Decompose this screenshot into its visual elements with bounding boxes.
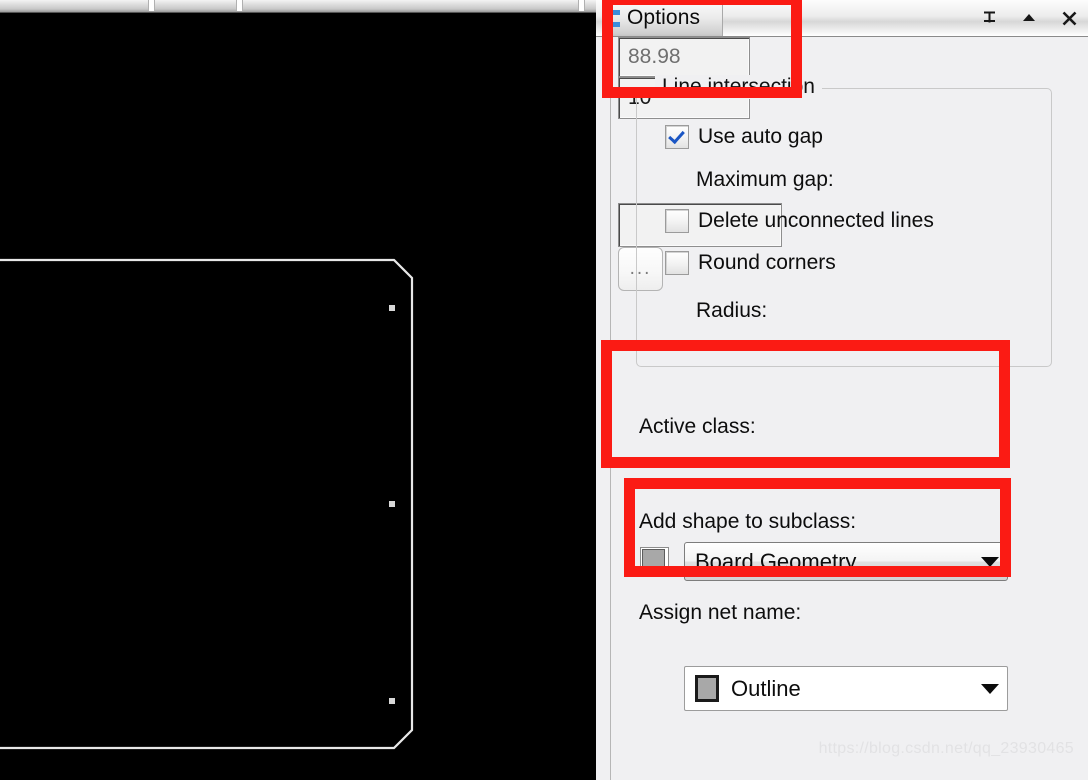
active-class-combobox[interactable]: Board Geometry — [684, 542, 1008, 581]
add-shape-subclass-value: Outline — [731, 675, 801, 701]
collapse-up-icon[interactable] — [1018, 7, 1040, 29]
line-intersection-group-title: Line intersection — [655, 75, 822, 99]
panel-titlebar: Options — [596, 0, 1088, 37]
close-glyph — [1062, 11, 1076, 25]
chevron-down-icon — [981, 683, 999, 694]
panel-tab-label: Options — [627, 6, 701, 29]
chevron-up-glyph — [1023, 14, 1035, 21]
close-icon[interactable] — [1058, 7, 1080, 29]
use-auto-gap-label: Use auto gap — [698, 125, 823, 148]
application-window: Options Line intersection Use auto gap M… — [0, 0, 1088, 780]
maximum-gap-label-wrap: Maximum gap: — [696, 168, 834, 192]
radius-label: Radius: — [696, 299, 768, 322]
add-shape-subclass-label: Add shape to subclass: — [639, 510, 857, 533]
maximum-gap-value: 88.98 — [628, 45, 681, 68]
active-class-label: Active class: — [639, 415, 756, 438]
pin-icon[interactable] — [978, 7, 1000, 29]
maximum-gap-input[interactable]: 88.98 — [618, 37, 750, 77]
round-corners-checkbox[interactable] — [665, 251, 689, 275]
radius-label-wrap: Radius: — [696, 299, 767, 323]
active-class-label-wrap: Active class: — [639, 415, 756, 439]
tab-options[interactable]: Options — [603, 0, 724, 36]
add-shape-subclass-label-wrap: Add shape to subclass: — [639, 510, 856, 534]
grip-dots-icon — [613, 9, 620, 27]
panel-body: Line intersection Use auto gap Maximum g… — [618, 37, 1088, 780]
assign-net-name-label-wrap: Assign net name: — [639, 601, 801, 625]
vertex-marker-bottom — [389, 698, 395, 704]
canvas-toolbar-strip — [0, 0, 596, 13]
chevron-down-icon — [981, 556, 999, 567]
options-dock-panel: Options Line intersection Use auto gap M… — [596, 0, 1088, 780]
active-class-value: Board Geometry — [695, 548, 857, 574]
toolbar-grip-3 — [578, 0, 585, 11]
use-auto-gap-checkbox[interactable] — [665, 125, 689, 149]
board-outline-shape — [0, 258, 414, 750]
assign-net-name-label: Assign net name: — [639, 601, 802, 624]
pcb-canvas[interactable] — [0, 0, 596, 780]
toolbar-grip-1 — [148, 0, 155, 11]
toolbar-grip-2 — [236, 0, 243, 11]
titlebar-button-group — [978, 0, 1080, 36]
maximum-gap-label: Maximum gap: — [696, 168, 834, 191]
delete-unconnected-lines-row[interactable]: Delete unconnected lines — [665, 209, 934, 233]
subclass-color-button[interactable] — [640, 547, 669, 576]
watermark-text: https://blog.csdn.net/qq_23930465 — [818, 740, 1074, 757]
vertex-marker-top — [389, 305, 395, 311]
subclass-color-swatch — [695, 675, 719, 702]
delete-unconnected-lines-label: Delete unconnected lines — [698, 209, 934, 232]
use-auto-gap-row[interactable]: Use auto gap — [665, 125, 823, 149]
add-shape-subclass-combobox[interactable]: Outline — [684, 666, 1008, 711]
pin-glyph — [983, 11, 995, 22]
round-corners-row[interactable]: Round corners — [665, 251, 836, 275]
round-corners-label: Round corners — [698, 251, 836, 274]
vertex-marker-middle — [389, 501, 395, 507]
delete-unconnected-lines-checkbox[interactable] — [665, 209, 689, 233]
